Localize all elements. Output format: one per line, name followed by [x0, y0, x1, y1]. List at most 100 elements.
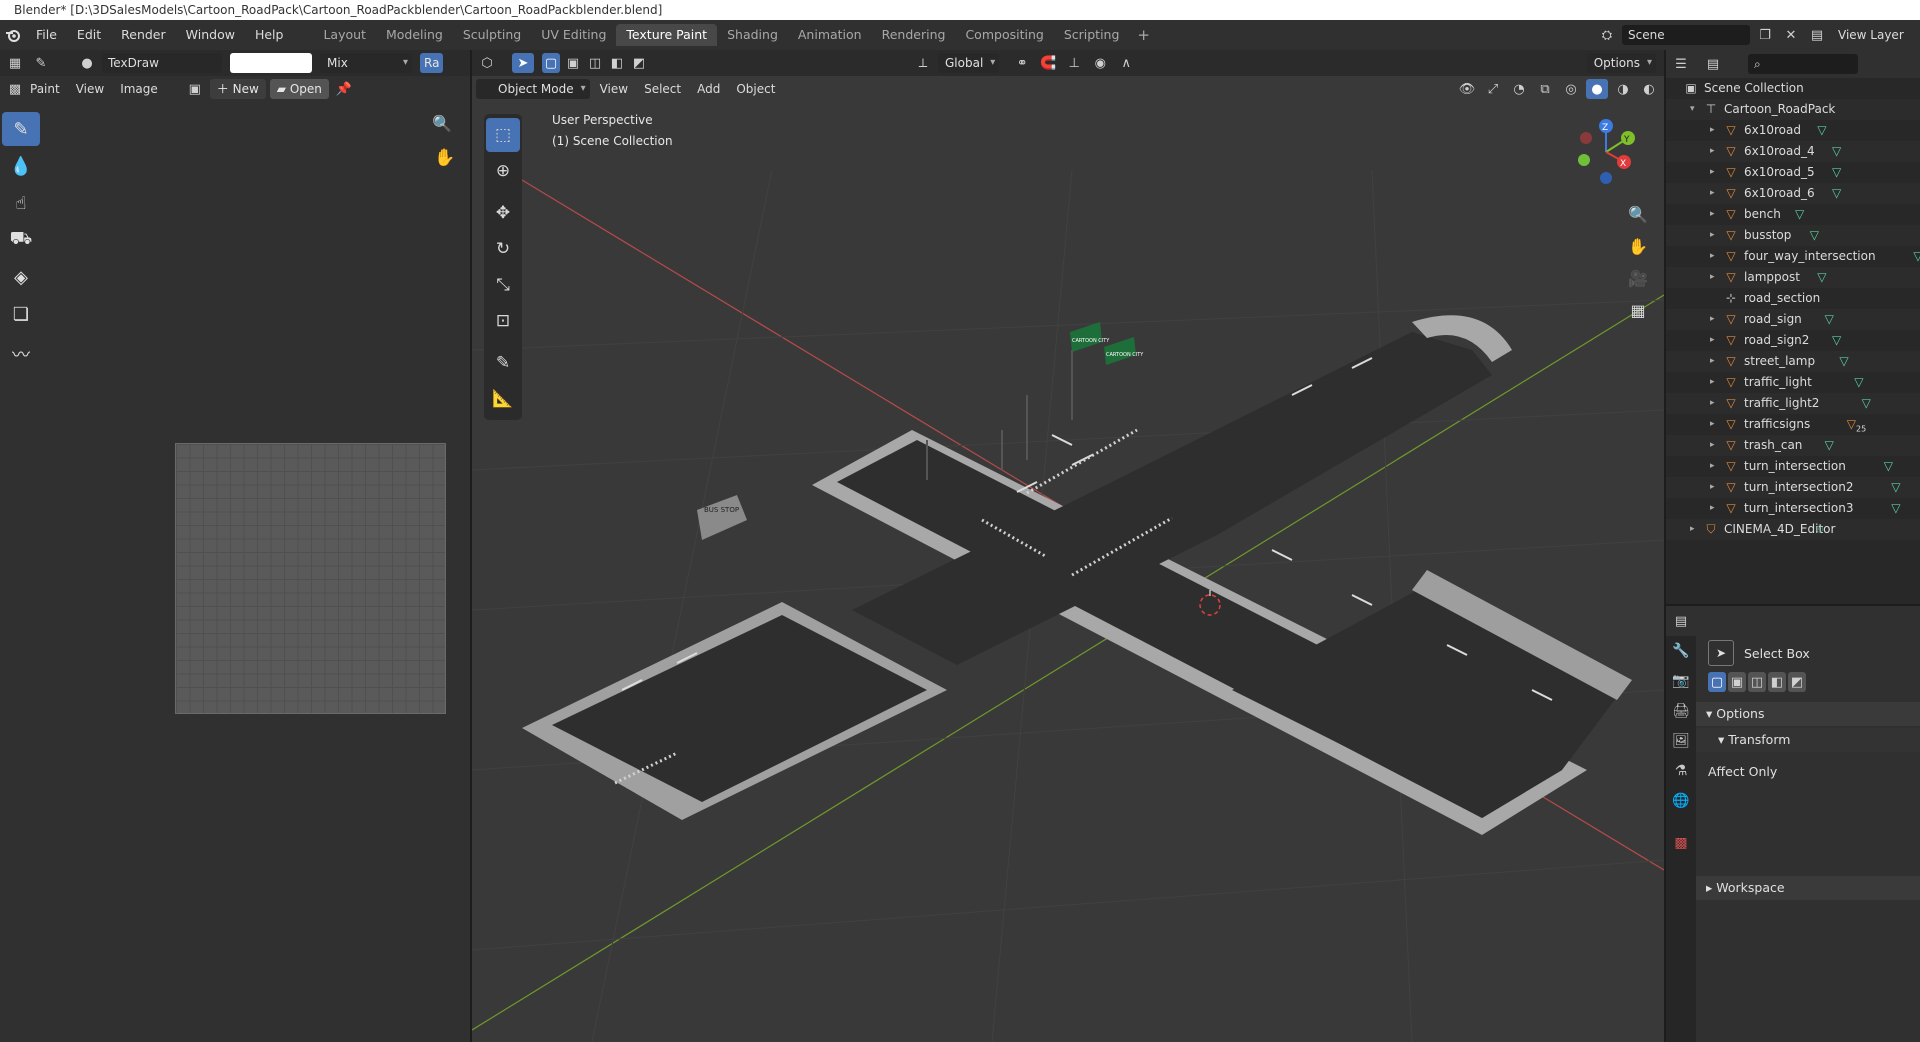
camera-view-icon[interactable]: 🎥: [1624, 264, 1652, 292]
editor-type-icon[interactable]: ▦: [4, 53, 26, 73]
expand-toggle-icon[interactable]: ▸: [1710, 372, 1720, 393]
mesh-data-icon[interactable]: ▽: [1891, 477, 1900, 498]
outliner-collection-cartoon-roadpack[interactable]: ▾ ⊤ Cartoon_RoadPack: [1666, 99, 1920, 120]
outliner-item-traffic-light2[interactable]: ▸ ▽ traffic_light2 ▽: [1666, 393, 1920, 414]
shading-rendered-icon[interactable]: ◐: [1638, 79, 1660, 99]
texture-properties-tab[interactable]: ▩: [1666, 828, 1696, 858]
move-tool[interactable]: ✥: [486, 196, 520, 230]
outliner-item-traffic-light[interactable]: ▸ ▽ traffic_light ▽: [1666, 372, 1920, 393]
xray-icon[interactable]: ⧉: [1534, 79, 1556, 99]
falloff-icon[interactable]: ∧: [1115, 53, 1137, 73]
view-layer-field[interactable]: View Layer: [1832, 25, 1914, 45]
mode-extend-icon[interactable]: ▣: [1728, 672, 1746, 692]
menu-edit[interactable]: Edit: [67, 20, 111, 50]
mesh-data-icon[interactable]: ▽: [1825, 309, 1834, 330]
draw-brush-tool[interactable]: ✎: [2, 112, 40, 146]
menu-file[interactable]: File: [26, 20, 67, 50]
clone-tool[interactable]: ⛟: [2, 223, 40, 257]
tab-rendering[interactable]: Rendering: [872, 24, 956, 46]
image-menu[interactable]: Image: [114, 82, 164, 96]
orientation-icon[interactable]: ⟂: [912, 53, 934, 73]
outliner-item-trash-can[interactable]: ▸ ▽ trash_can ▽: [1666, 435, 1920, 456]
expand-toggle-icon[interactable]: ▸: [1710, 162, 1720, 183]
gizmo-icon[interactable]: ⤢: [1482, 79, 1504, 99]
radius-field[interactable]: Ra: [420, 53, 444, 73]
viewport-scene[interactable]: BUS STOP CARTOON CITY CARTOON CITY: [472, 50, 1664, 1042]
select-mode-invert-icon[interactable]: ◧: [608, 53, 626, 73]
outliner-scene-collection[interactable]: ▣ Scene Collection: [1666, 78, 1920, 99]
gizmo-neg-z[interactable]: [1600, 172, 1612, 184]
mask-tool[interactable]: ❏: [2, 297, 40, 331]
expand-toggle-icon[interactable]: ▸: [1710, 267, 1720, 288]
snap-target-icon[interactable]: ⊥: [1063, 53, 1085, 73]
gizmo-neg-x[interactable]: [1580, 132, 1592, 144]
mode-invert-icon[interactable]: ◧: [1768, 672, 1786, 692]
transform-section[interactable]: ▾ Transform: [1696, 728, 1920, 752]
menu-render[interactable]: Render: [111, 20, 176, 50]
brush-name-field[interactable]: TexDraw: [102, 53, 222, 73]
tab-compositing[interactable]: Compositing: [955, 24, 1053, 46]
zoom-icon[interactable]: 🔍: [1624, 200, 1652, 228]
output-properties-tab[interactable]: 🖨: [1666, 696, 1696, 726]
properties-editor-icon[interactable]: ▤: [1670, 611, 1692, 631]
smear-tool[interactable]: ☝: [2, 186, 40, 220]
annotate-tool-3d[interactable]: ✎: [486, 346, 520, 380]
image-pan-hand-icon[interactable]: ✋: [434, 148, 455, 168]
mesh-data-icon[interactable]: ▽: [1862, 393, 1871, 414]
mesh-data-icon[interactable]: ▽: [1832, 162, 1841, 183]
open-image-button[interactable]: ▰ Open: [269, 79, 329, 99]
tab-animation[interactable]: Animation: [788, 24, 872, 46]
image-zoom-icon[interactable]: 🔍: [432, 114, 452, 133]
brush-datablock-icon[interactable]: ●: [76, 53, 98, 73]
mesh-data-icon[interactable]: ▽: [1817, 120, 1826, 141]
expand-toggle-icon[interactable]: ▸: [1710, 225, 1720, 246]
outliner-item-turn-intersection2[interactable]: ▸ ▽ turn_intersection2 ▽: [1666, 477, 1920, 498]
annotate-tool[interactable]: 〰: [2, 337, 40, 371]
transform-tool[interactable]: ⊡: [486, 304, 520, 338]
viewport-menu-view[interactable]: View: [594, 82, 634, 96]
brush-color-swatch[interactable]: [230, 53, 312, 73]
proportional-edit-icon[interactable]: ◉: [1089, 53, 1111, 73]
tab-modeling[interactable]: Modeling: [376, 24, 453, 46]
mesh-data-icon[interactable]: ▽: [1825, 435, 1834, 456]
mesh-data-icon[interactable]: ▽: [1817, 267, 1826, 288]
select-mode-subtract-icon[interactable]: ◫: [586, 53, 604, 73]
scene-icon[interactable]: ⛭: [1596, 25, 1618, 45]
soften-tool[interactable]: 💧: [2, 149, 40, 183]
expand-toggle-icon[interactable]: ▸: [1710, 477, 1720, 498]
snap-icon[interactable]: 🧲: [1037, 53, 1059, 73]
outliner-item-road-sign2[interactable]: ▸ ▽ road_sign2 ▽: [1666, 330, 1920, 351]
scene-name-field[interactable]: Scene: [1622, 25, 1750, 45]
outliner-item-busstop[interactable]: ▸ ▽ busstop ▽: [1666, 225, 1920, 246]
mesh-data-icon[interactable]: ▽: [1832, 330, 1841, 351]
ortho-grid-icon[interactable]: ▦: [1624, 296, 1652, 324]
paint-mode-icon[interactable]: ▩: [4, 79, 26, 99]
select-box-tool[interactable]: ⬚: [486, 118, 520, 152]
pan-hand-icon[interactable]: ✋: [1624, 232, 1652, 260]
expand-toggle-icon[interactable]: ▸: [1710, 393, 1720, 414]
mesh-data-icon[interactable]: ▽: [1832, 141, 1841, 162]
rotate-tool[interactable]: ↻: [486, 232, 520, 266]
select-tool-icon[interactable]: ➤: [512, 53, 534, 73]
view-layer-icon[interactable]: ▤: [1806, 25, 1828, 45]
scene-properties-tab[interactable]: ⚗: [1666, 756, 1696, 786]
add-workspace-icon[interactable]: +: [1129, 26, 1158, 44]
shading-solid-icon[interactable]: ●: [1586, 79, 1608, 99]
tab-layout[interactable]: Layout: [313, 24, 376, 46]
outliner-item-turn-intersection3[interactable]: ▸ ▽ turn_intersection3 ▽: [1666, 498, 1920, 519]
fill-tool[interactable]: ◈: [2, 260, 40, 294]
outliner-item-street-lamp[interactable]: ▸ ▽ street_lamp ▽: [1666, 351, 1920, 372]
viewport-menu-add[interactable]: Add: [691, 82, 726, 96]
shading-wire-icon[interactable]: ◎: [1560, 79, 1582, 99]
outliner-item-road-sign[interactable]: ▸ ▽ road_sign ▽: [1666, 309, 1920, 330]
view-layer-tab[interactable]: 🖼: [1666, 726, 1696, 756]
expand-toggle-icon[interactable]: ▸: [1710, 414, 1720, 435]
select-mode-extend-icon[interactable]: ▣: [564, 53, 582, 73]
expand-toggle-icon[interactable]: ▸: [1710, 435, 1720, 456]
outliner-item-6x10road-6[interactable]: ▸ ▽ 6x10road_6 ▽: [1666, 183, 1920, 204]
expand-toggle-icon[interactable]: ▸: [1690, 519, 1700, 540]
expand-toggle-icon[interactable]: ▾: [1690, 99, 1700, 120]
expand-toggle-icon[interactable]: ▸: [1710, 246, 1720, 267]
scale-tool[interactable]: ⤡: [486, 268, 520, 302]
display-mode-icon[interactable]: ▤: [1702, 54, 1724, 74]
